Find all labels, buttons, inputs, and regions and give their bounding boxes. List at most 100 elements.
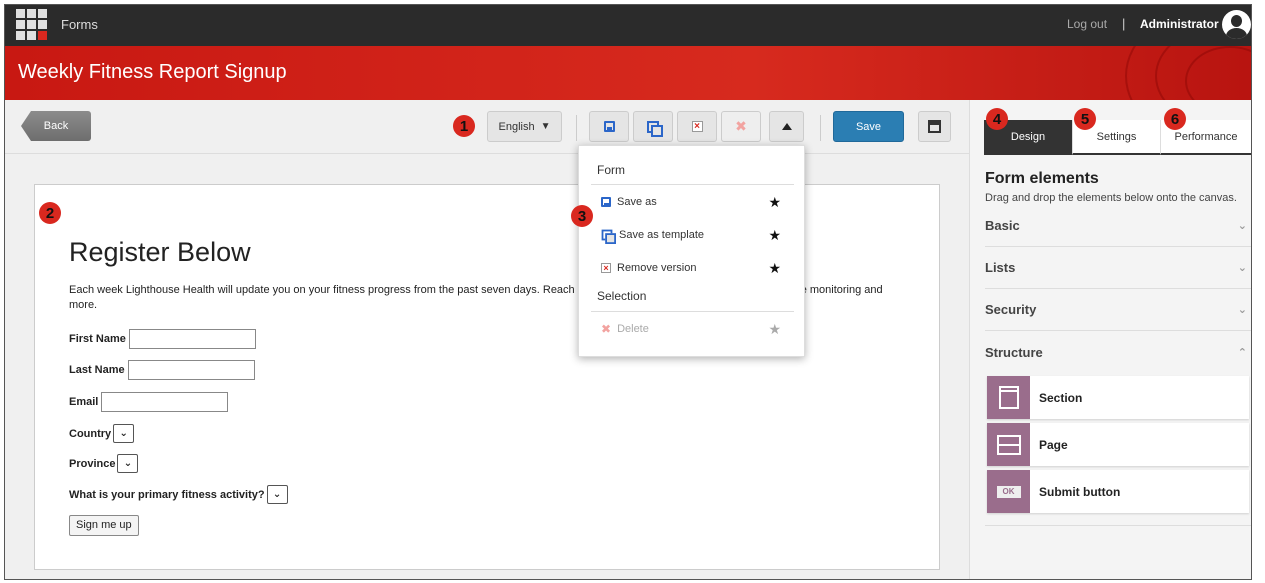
accordion-label: Lists (985, 260, 1016, 275)
star-icon[interactable]: ★ (768, 194, 781, 211)
element-section[interactable]: Section (987, 376, 1249, 419)
star-icon[interactable]: ★ (768, 321, 781, 338)
first-name-row: First Name (69, 329, 256, 349)
form-elements-panel: Design Settings Performance 4 5 6 Form e… (969, 100, 1251, 579)
logout-link[interactable]: Log out (1067, 17, 1107, 31)
toggle-panel-button[interactable] (918, 111, 951, 142)
page-header: Weekly Fitness Report Signup (5, 46, 1251, 100)
delete-icon: ✖ (735, 118, 747, 134)
menu-item-save-as[interactable]: Save as ★ (601, 191, 781, 213)
country-row: Country ⌄ (69, 424, 135, 443)
menu-item-delete[interactable]: ✖ Delete ★ (601, 318, 781, 340)
menu-item-label: Save as template (619, 229, 704, 241)
app-window: Forms Log out | Administrator Weekly Fit… (4, 4, 1252, 580)
language-dropdown[interactable]: English ▼ (487, 111, 562, 142)
caret-down-icon: ▼ (540, 121, 551, 132)
divider (591, 184, 794, 185)
province-select[interactable]: ⌄ (117, 454, 139, 473)
country-label: Country (69, 427, 112, 440)
save-icon (603, 121, 615, 132)
form-canvas: 2 Register Below Each week Lighthouse He… (5, 155, 969, 579)
remove-version-button[interactable]: × (677, 111, 717, 142)
accordion-basic[interactable]: Basic ⌄ (985, 205, 1251, 247)
email-field[interactable] (101, 392, 229, 412)
activity-select[interactable]: ⌄ (266, 485, 288, 504)
callout-badge-5: 5 (1074, 108, 1096, 130)
accordion-structure[interactable]: Structure ⌃ (985, 331, 1251, 373)
form-description-text: Each week Lighthouse Health will update … (69, 284, 575, 296)
star-icon[interactable]: ★ (768, 227, 781, 244)
callout-badge-1: 1 (453, 115, 475, 137)
save-options-menu: Form 3 Save as ★ Save as template ★ × Re… (571, 145, 805, 357)
panel-tabs: Design Settings Performance 4 5 6 (984, 108, 1251, 155)
section-icon (987, 376, 1030, 419)
panel-subtitle: Drag and drop the elements below onto th… (985, 192, 1237, 204)
submit-button[interactable]: Sign me up (69, 515, 139, 536)
accordion-label: Security (985, 302, 1037, 317)
delete-icon: ✖ (601, 322, 612, 336)
divider (576, 115, 577, 141)
save-button[interactable]: Save (833, 111, 904, 142)
accordion-label: Basic (985, 218, 1020, 233)
app-launcher-icon[interactable] (16, 9, 47, 40)
page-title: Weekly Fitness Report Signup (18, 61, 287, 83)
app-title[interactable]: Forms (61, 17, 98, 32)
accordion-security[interactable]: Security ⌄ (985, 289, 1251, 331)
save-as-button[interactable] (633, 111, 673, 142)
chevron-down-icon: ⌄ (1237, 220, 1247, 232)
menu-item-save-as-template[interactable]: Save as template ★ (601, 224, 781, 246)
save-as-icon (647, 120, 663, 137)
menu-item-label: Delete (617, 323, 649, 335)
save-version-button[interactable] (589, 111, 629, 142)
page-icon (987, 423, 1030, 466)
email-label: Email (69, 396, 99, 408)
element-submit-button[interactable]: OK Submit button (987, 470, 1249, 513)
top-bar: Forms Log out | Administrator (5, 5, 1251, 46)
last-name-field[interactable] (127, 360, 255, 380)
province-row: Province ⌄ (69, 454, 139, 473)
callout-badge-6: 6 (1164, 108, 1186, 130)
first-name-field[interactable] (128, 329, 256, 349)
menu-item-remove-version[interactable]: × Remove version ★ (601, 257, 781, 279)
star-icon[interactable]: ★ (768, 260, 781, 277)
callout-badge-2: 2 (39, 202, 61, 224)
menu-item-label: Remove version (617, 262, 697, 274)
form-description-line2: more. (69, 299, 98, 311)
panel-title: Form elements (985, 170, 1099, 187)
callout-badge-4: 4 (986, 108, 1008, 130)
ok-button-icon: OK (987, 470, 1030, 513)
divider (985, 525, 1251, 526)
panel-layout-icon (928, 120, 941, 133)
remove-version-icon: × (601, 263, 611, 273)
save-as-template-icon (601, 229, 617, 244)
first-name-label: First Name (69, 333, 126, 345)
divider (591, 311, 794, 312)
chevron-down-icon: ⌄ (1237, 262, 1247, 274)
divider: | (1122, 16, 1126, 31)
language-label: English (498, 120, 535, 133)
province-label: Province (69, 457, 116, 470)
back-button[interactable]: Back (21, 111, 91, 141)
element-label: Submit button (1039, 484, 1121, 499)
accordion-label: Structure (985, 344, 1043, 360)
avatar-icon[interactable] (1222, 10, 1251, 39)
last-name-row: Last Name (69, 360, 255, 380)
element-page[interactable]: Page (987, 423, 1249, 466)
chevron-up-icon: ⌃ (1237, 346, 1247, 359)
user-name[interactable]: Administrator (1140, 17, 1219, 31)
activity-label: What is your primary fitness activity? (69, 488, 265, 501)
menu-item-label: Save as (617, 196, 657, 208)
caret-up-icon (781, 123, 792, 130)
element-label: Page (1039, 437, 1068, 452)
accordion-lists[interactable]: Lists ⌄ (985, 247, 1251, 289)
menu-section-selection: Selection (597, 289, 647, 303)
collapse-menu-button[interactable] (769, 111, 804, 142)
remove-version-icon: × (691, 121, 703, 132)
last-name-label: Last Name (69, 364, 125, 376)
activity-row: What is your primary fitness activity? ⌄ (69, 485, 288, 504)
form-heading: Register Below (69, 237, 251, 267)
menu-section-form: Form (597, 163, 625, 177)
element-label: Section (1039, 390, 1083, 405)
country-select[interactable]: ⌄ (113, 424, 135, 443)
delete-button[interactable]: ✖ (721, 111, 761, 142)
